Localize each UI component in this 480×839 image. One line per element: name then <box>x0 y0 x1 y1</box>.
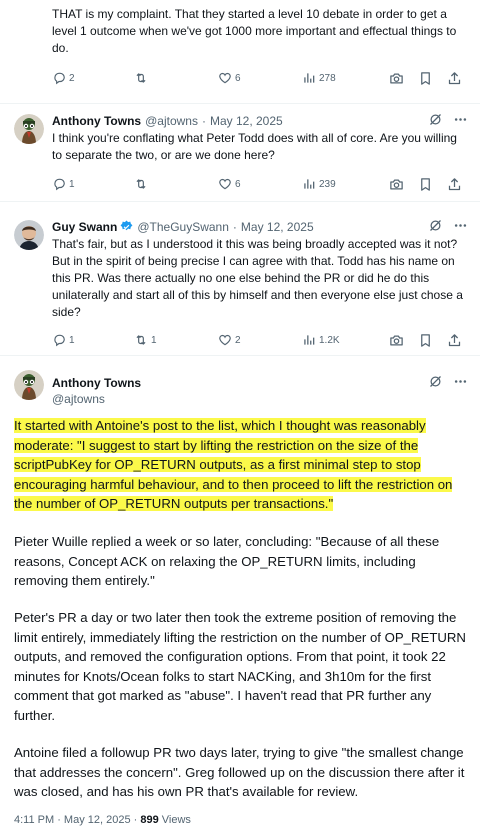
avatar[interactable] <box>14 220 44 250</box>
camera-icon[interactable] <box>389 333 404 348</box>
like-button[interactable]: 6 <box>218 71 241 85</box>
avatar[interactable] <box>14 114 44 144</box>
repost-button[interactable] <box>134 71 151 85</box>
views-button[interactable]: 278 <box>302 71 336 85</box>
camera-icon[interactable] <box>389 177 404 192</box>
tweet-paragraph: Peter's PR a day or two later then took … <box>14 610 466 723</box>
tweet-header-handle: @ajtowns <box>52 390 468 407</box>
view-count: 899 <box>140 814 159 826</box>
author-name[interactable]: Guy Swann <box>52 220 117 234</box>
highlighted-quote: It started with Antoine's post to the li… <box>14 418 453 512</box>
tweet-header: Guy Swann @TheGuySwann · May 12, 2025 <box>52 218 468 235</box>
like-icon <box>218 177 232 191</box>
like-icon <box>218 71 232 85</box>
views-icon <box>302 177 316 191</box>
repost-button[interactable] <box>134 177 151 191</box>
main-tweet: Anthony Towns @ajtowns It started with A… <box>0 356 480 839</box>
reply-tweet[interactable]: Guy Swann @TheGuySwann · May 12, 2025 Th… <box>0 208 480 356</box>
tweet-date[interactable]: May 12, 2025 <box>241 220 314 234</box>
author-handle[interactable]: @ajtowns <box>52 392 105 406</box>
tweet-text: THAT is my complaint. That they started … <box>52 7 457 55</box>
camera-icon[interactable] <box>389 71 404 86</box>
share-icon[interactable] <box>447 71 462 86</box>
grok-icon[interactable] <box>428 112 443 127</box>
like-icon <box>218 333 232 347</box>
tweet-paragraph: Pieter Wuille replied a week or so later… <box>14 534 440 589</box>
views-icon <box>302 71 316 85</box>
views-button[interactable]: 1.2K <box>302 333 340 347</box>
author-handle[interactable]: @ajtowns <box>145 114 198 128</box>
bookmark-icon[interactable] <box>418 71 433 86</box>
share-icon[interactable] <box>447 333 462 348</box>
tweet-header: Anthony Towns @ajtowns · May 12, 2025 <box>52 112 468 129</box>
bookmark-icon[interactable] <box>418 333 433 348</box>
author-name[interactable]: Anthony Towns <box>52 376 141 390</box>
action-bar: 1 6 239 <box>52 176 468 192</box>
separator: · <box>232 219 237 234</box>
bookmark-icon[interactable] <box>418 177 433 192</box>
grok-icon[interactable] <box>428 218 443 233</box>
share-icon[interactable] <box>447 177 462 192</box>
views-button[interactable]: 239 <box>302 177 336 191</box>
tweet-date[interactable]: May 12, 2025 <box>210 114 283 128</box>
tweet-text: That's fair, but as I understood it this… <box>52 237 463 319</box>
reply-icon <box>52 71 66 85</box>
author-name[interactable]: Anthony Towns <box>52 114 141 128</box>
like-button[interactable]: 2 <box>218 333 241 347</box>
tweet-paragraph: Antoine filed a followup PR two days lat… <box>14 745 465 800</box>
repost-icon <box>134 333 148 347</box>
reply-button[interactable]: 2 <box>52 71 75 85</box>
more-icon[interactable] <box>453 112 468 127</box>
separator: · <box>201 113 206 128</box>
views-icon <box>302 333 316 347</box>
reply-button[interactable]: 1 <box>52 177 75 191</box>
reply-icon <box>52 333 66 347</box>
reply-icon <box>52 177 66 191</box>
reply-tweet[interactable]: THAT is my complaint. That they started … <box>0 0 480 104</box>
repost-icon <box>134 177 148 191</box>
tweet-timestamp: 4:11 PM · May 12, 2025 · 899 Views <box>14 814 191 826</box>
reply-tweet[interactable]: Anthony Towns @ajtowns · May 12, 2025 I … <box>0 104 480 202</box>
timestamp-text[interactable]: 4:11 PM · May 12, 2025 · <box>14 814 140 826</box>
avatar[interactable] <box>14 370 44 400</box>
author-handle[interactable]: @TheGuySwann <box>137 220 229 234</box>
tweet-text: I think you're conflating what Peter Tod… <box>52 131 457 162</box>
like-button[interactable]: 6 <box>218 177 241 191</box>
action-bar: 1 1 2 1.2K <box>52 332 468 348</box>
reply-button[interactable]: 1 <box>52 333 75 347</box>
repost-icon <box>134 71 148 85</box>
views-label: Views <box>161 814 191 826</box>
more-icon[interactable] <box>453 374 468 389</box>
grok-icon[interactable] <box>428 374 443 389</box>
verified-badge-icon <box>120 220 133 231</box>
tweet-text-highlighted: It started with Antoine's post to the li… <box>14 416 466 514</box>
repost-button[interactable]: 1 <box>134 333 157 347</box>
tweet-header: Anthony Towns <box>52 374 468 391</box>
action-bar: 2 6 278 <box>52 70 468 86</box>
more-icon[interactable] <box>453 218 468 233</box>
